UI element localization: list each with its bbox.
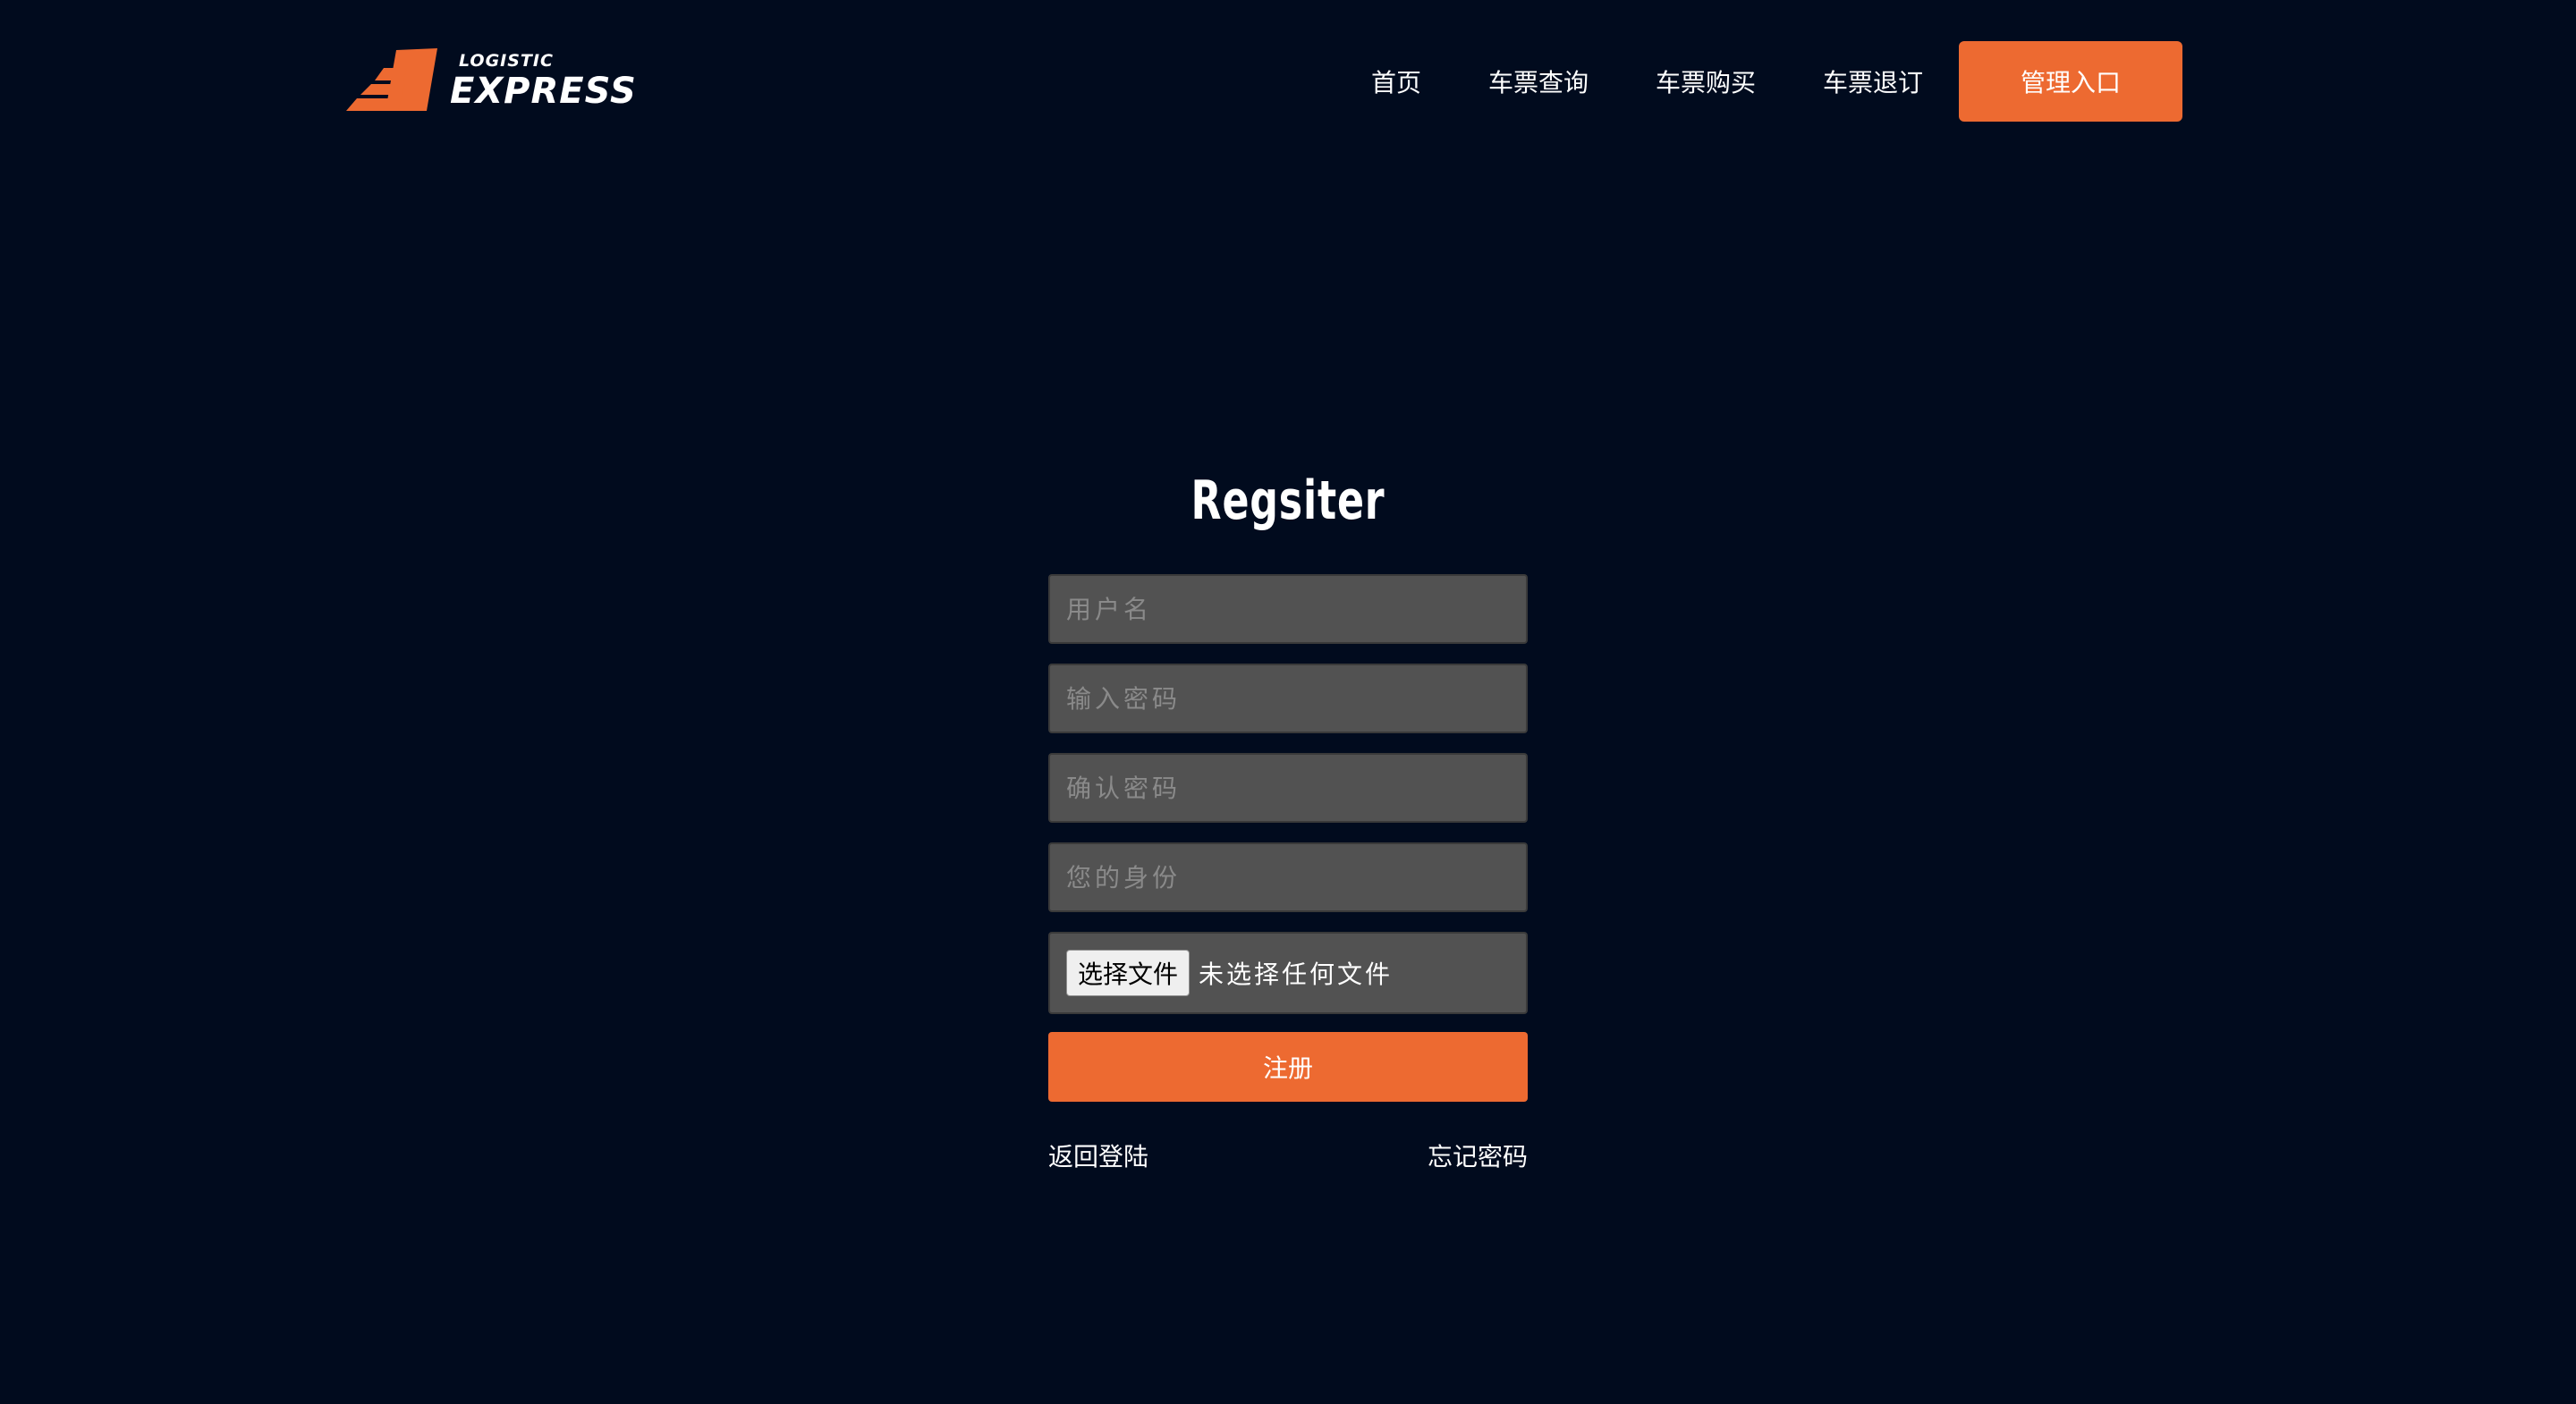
brand-logo[interactable]: LOGISTIC EXPRESS <box>344 45 636 116</box>
confirm-password-input[interactable] <box>1048 753 1528 823</box>
nav-link-ticket-query[interactable]: 车票查询 <box>1488 63 1589 99</box>
back-to-login-link[interactable]: 返回登陆 <box>1048 1138 1148 1173</box>
nav-link-ticket-refund[interactable]: 车票退订 <box>1823 63 1923 99</box>
file-status-text: 未选择任何文件 <box>1199 960 1394 989</box>
register-form: Regsiter 选择文件 未选择任何文件 注册 返回登陆 忘记密码 <box>1048 456 1528 1173</box>
identity-input[interactable] <box>1048 842 1528 912</box>
forgot-password-link[interactable]: 忘记密码 <box>1428 1138 1528 1173</box>
main-nav: 首页 车票查询 车票购买 车票退订 管理入口 <box>1371 41 2182 122</box>
nav-link-home[interactable]: 首页 <box>1371 63 1421 99</box>
password-input[interactable] <box>1048 664 1528 733</box>
nav-link-ticket-purchase[interactable]: 车票购买 <box>1656 63 1756 99</box>
register-button[interactable]: 注册 <box>1048 1032 1528 1102</box>
logo-wordmark: EXPRESS <box>450 70 637 112</box>
form-links: 返回登陆 忘记密码 <box>1048 1138 1528 1173</box>
username-input[interactable] <box>1048 574 1528 644</box>
choose-file-button[interactable]: 选择文件 <box>1066 950 1191 996</box>
file-upload-field: 选择文件 未选择任何文件 <box>1048 932 1528 1014</box>
speed-arrow-logo-icon <box>346 48 437 111</box>
admin-entry-button[interactable]: 管理入口 <box>1959 41 2182 122</box>
logo-tagline: LOGISTIC <box>459 50 554 71</box>
page-title: Regsiter <box>1191 469 1385 532</box>
site-header: LOGISTIC EXPRESS 首页 车票查询 车票购买 车票退订 管理入口 <box>0 0 2576 161</box>
